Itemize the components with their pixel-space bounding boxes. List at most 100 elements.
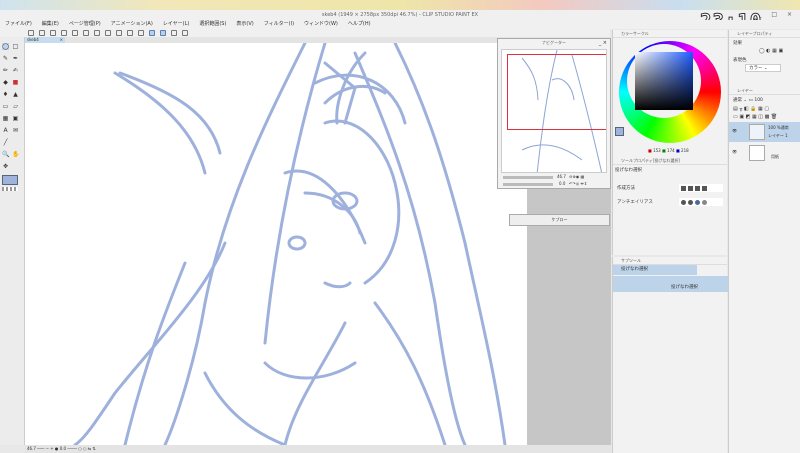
- pen-icon[interactable]: ✒: [12, 55, 19, 62]
- eraser-icon[interactable]: ■: [12, 79, 19, 86]
- floating-window[interactable]: ケブロー: [509, 214, 610, 226]
- deselect-icon[interactable]: [116, 30, 122, 36]
- blend-icon[interactable]: ♦: [2, 91, 9, 98]
- zoom-readout[interactable]: 46.7: [27, 446, 36, 451]
- figure-icon[interactable]: ▭: [2, 103, 9, 110]
- layer-tool-icons[interactable]: ▤ ┰ ◧ 🔒 ▦ ▢: [729, 105, 800, 113]
- expression-label: 表現色: [733, 58, 747, 63]
- sub-tool-panel: サブツール 投げなわ選択 投げなわ選択: [612, 257, 728, 453]
- navigator-preview[interactable]: [501, 49, 607, 173]
- layer-row[interactable]: 👁 用紙: [729, 143, 800, 163]
- eye-icon[interactable]: 👁: [732, 128, 737, 133]
- line-icon[interactable]: ╱: [2, 139, 9, 146]
- menu-page[interactable]: ページ管理(P): [69, 20, 101, 29]
- new-icon[interactable]: [28, 30, 34, 36]
- zoom-slider[interactable]: [503, 176, 553, 179]
- layer-name: 用紙: [771, 154, 779, 159]
- rotation-slider[interactable]: [503, 183, 553, 186]
- navigator-close[interactable]: _ ×: [599, 40, 607, 46]
- transparent-swatch[interactable]: [2, 187, 18, 191]
- frame-icon[interactable]: ▣: [12, 115, 19, 122]
- redo-icon[interactable]: [72, 30, 78, 36]
- layer-row[interactable]: 👁 100 %通常 レイヤー 1: [729, 122, 800, 142]
- snap-special-ruler-icon[interactable]: [160, 30, 166, 36]
- brush-icon[interactable]: ✍: [12, 67, 19, 74]
- layer-thumbnail: [749, 124, 765, 140]
- layer-property-title: レイヤープロパティ: [729, 30, 800, 38]
- sub-tool-title: サブツール: [613, 257, 727, 265]
- expression-color-select[interactable]: カラー ⌄: [745, 64, 781, 72]
- layer-blend-row: 通常 ⌄ ▭ 100: [733, 98, 763, 103]
- layer-action-icons[interactable]: ▭ ▣ ◩ ▦ ◫ ▩ 🗑: [729, 113, 800, 121]
- opacity-field[interactable]: 100: [754, 98, 763, 103]
- eye-icon[interactable]: 👁: [732, 149, 737, 154]
- pencil-icon[interactable]: ✏: [2, 67, 9, 74]
- navigator-title: ナビゲーター: [542, 40, 566, 45]
- effect-label: 効果: [733, 41, 742, 46]
- navigator-rotation: 0.0: [559, 181, 566, 186]
- antialias-options[interactable]: [679, 198, 723, 206]
- menu-edit[interactable]: 編集(E): [42, 20, 59, 29]
- tool-property-panel: ツールプロパティ[投げなわ選択] 投げなわ選択 作成方法 アンチエイリアス: [612, 157, 727, 255]
- ruler-icon[interactable]: ▱: [12, 103, 19, 110]
- window-title: skeb4 (1949 × 2758px 350dpi 46.7%) - CLI…: [0, 10, 800, 20]
- snap-ruler-icon[interactable]: [149, 30, 155, 36]
- eyedropper-icon[interactable]: ✎: [2, 55, 9, 62]
- creation-method-options[interactable]: [679, 184, 723, 192]
- window-controls[interactable]: _ □ ×: [758, 10, 796, 20]
- invert-icon[interactable]: [127, 30, 133, 36]
- text-icon[interactable]: A: [2, 127, 9, 134]
- navigator-view-frame[interactable]: [507, 54, 606, 130]
- zoom-icon[interactable]: 🔍: [2, 151, 9, 158]
- settings-icon[interactable]: [182, 30, 188, 36]
- sub-tool-item[interactable]: 投げなわ選択: [613, 265, 697, 275]
- menu-help[interactable]: ヘルプ(H): [348, 20, 371, 29]
- fill-icon[interactable]: ◆: [2, 79, 9, 86]
- move-icon[interactable]: ✋: [12, 151, 19, 158]
- lasso-tool-icon[interactable]: ◯: [2, 43, 9, 50]
- menu-selection[interactable]: 選択範囲(S): [199, 20, 226, 29]
- layer-property-panel: レイヤープロパティ 効果 ◯ ◐ ▦ ▣ 表現色 カラー ⌄: [728, 30, 800, 87]
- menu-layer[interactable]: レイヤー(L): [163, 20, 190, 29]
- layer-name: レイヤー 1: [768, 133, 788, 138]
- rotation-readout[interactable]: 0.0: [60, 446, 66, 451]
- rotate-buttons-icon[interactable]: ↶↷◎ ⇹⇕: [569, 181, 587, 186]
- tool-property-title: ツールプロパティ[投げなわ選択]: [613, 157, 727, 165]
- menu-file[interactable]: ファイル(F): [5, 20, 32, 29]
- main-color-swatch[interactable]: [2, 175, 18, 185]
- tab-label: skeb4: [27, 37, 39, 42]
- sub-tool-item-selected[interactable]: 投げなわ選択: [613, 276, 728, 292]
- marquee-tool-icon[interactable]: □: [12, 43, 19, 50]
- menu-window[interactable]: ウィンドウ(W): [304, 20, 338, 29]
- crop-icon[interactable]: [138, 30, 144, 36]
- balloon-icon[interactable]: ✉: [12, 127, 19, 134]
- sketch-artwork: [73, 43, 507, 445]
- transform-icon[interactable]: [105, 30, 111, 36]
- zoom-buttons-icon[interactable]: ⊖⊕◉ ▦: [569, 174, 584, 179]
- undo-icon[interactable]: [61, 30, 67, 36]
- menu-animation[interactable]: アニメーション(A): [111, 20, 153, 29]
- rgb-readout: ■ 153 ■ 174 ■ 218: [648, 148, 689, 153]
- antialias-label: アンチエイリアス: [617, 200, 653, 205]
- operation-icon[interactable]: ✥: [2, 163, 9, 170]
- menu-filter[interactable]: フィルター(I): [264, 20, 294, 29]
- navigator-zoom: 46.7: [557, 174, 566, 179]
- tool-name: 投げなわ選択: [615, 168, 642, 173]
- fill-icon[interactable]: [94, 30, 100, 36]
- menu-view[interactable]: 表示(V): [236, 20, 253, 29]
- sub-tool-label: 投げなわ選択: [671, 285, 698, 290]
- drawing-canvas[interactable]: [25, 43, 527, 445]
- snap-grid-icon[interactable]: [171, 30, 177, 36]
- clear-icon[interactable]: [83, 30, 89, 36]
- open-icon[interactable]: [39, 30, 45, 36]
- command-bar: [0, 29, 610, 37]
- blend-mode-select[interactable]: 通常: [733, 98, 742, 103]
- save-icon[interactable]: [50, 30, 56, 36]
- saturation-value-square[interactable]: [635, 52, 693, 110]
- current-color-swatch[interactable]: [615, 127, 624, 136]
- gradient-icon[interactable]: ▦: [2, 115, 9, 122]
- layer-thumbnail: [749, 145, 765, 161]
- desktop-wallpaper: [0, 0, 800, 10]
- stamp-icon[interactable]: ▲: [12, 91, 19, 98]
- color-wheel-panel: カラーサークル ■ 153 ■ 174 ■ 218: [612, 30, 727, 157]
